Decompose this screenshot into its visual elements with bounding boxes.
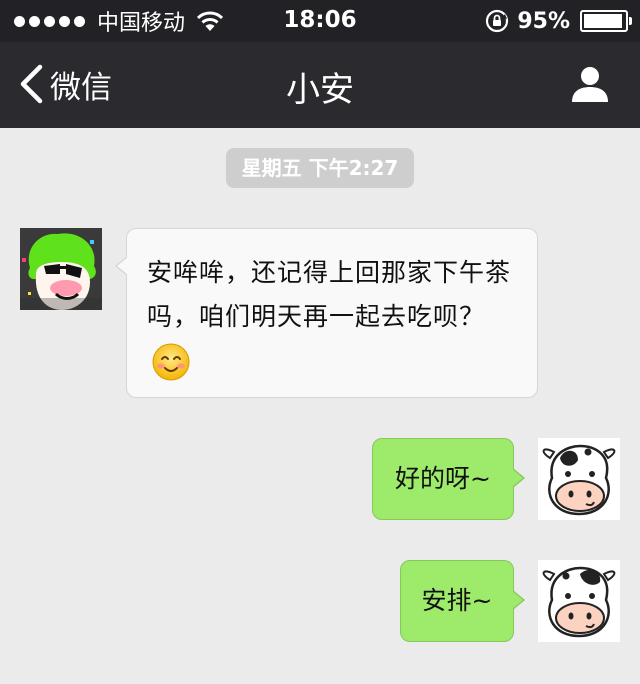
message-text: 安排~ <box>421 586 493 615</box>
incoming-message-bubble[interactable]: 安哞哞，还记得上回那家下午茶吗，咱们明天再一起去吃呗？ <box>115 228 538 398</box>
status-bar: 中国移动 18:06 95% <box>0 0 640 42</box>
profile-icon[interactable] <box>570 64 610 104</box>
contact-avatar[interactable] <box>20 228 102 310</box>
outgoing-message-bubble[interactable]: 安排~ <box>400 560 525 642</box>
battery-icon <box>580 10 632 32</box>
green-afro-character-image <box>20 228 102 310</box>
nav-bar: 微信 小安 <box>0 42 640 128</box>
message-timestamp: 星期五 下午2:27 <box>226 148 414 188</box>
cow-avatar-image <box>538 560 620 642</box>
my-avatar[interactable] <box>538 438 620 520</box>
rotation-lock-icon <box>486 9 509 33</box>
chat-title: 小安 <box>286 70 354 110</box>
message-text: 安哞哞，还记得上回那家下午茶吗，咱们明天再一起去吃呗？ <box>147 258 512 331</box>
battery-percent: 95% <box>517 8 570 34</box>
outgoing-message-bubble[interactable]: 好的呀~ <box>372 438 525 520</box>
message-text: 好的呀~ <box>395 464 491 493</box>
cow-avatar-image <box>538 438 620 520</box>
status-right: 95% <box>485 8 632 34</box>
battery-fill <box>584 14 622 28</box>
my-avatar[interactable] <box>538 560 620 642</box>
smiling-blush-emoji-icon <box>152 343 190 381</box>
